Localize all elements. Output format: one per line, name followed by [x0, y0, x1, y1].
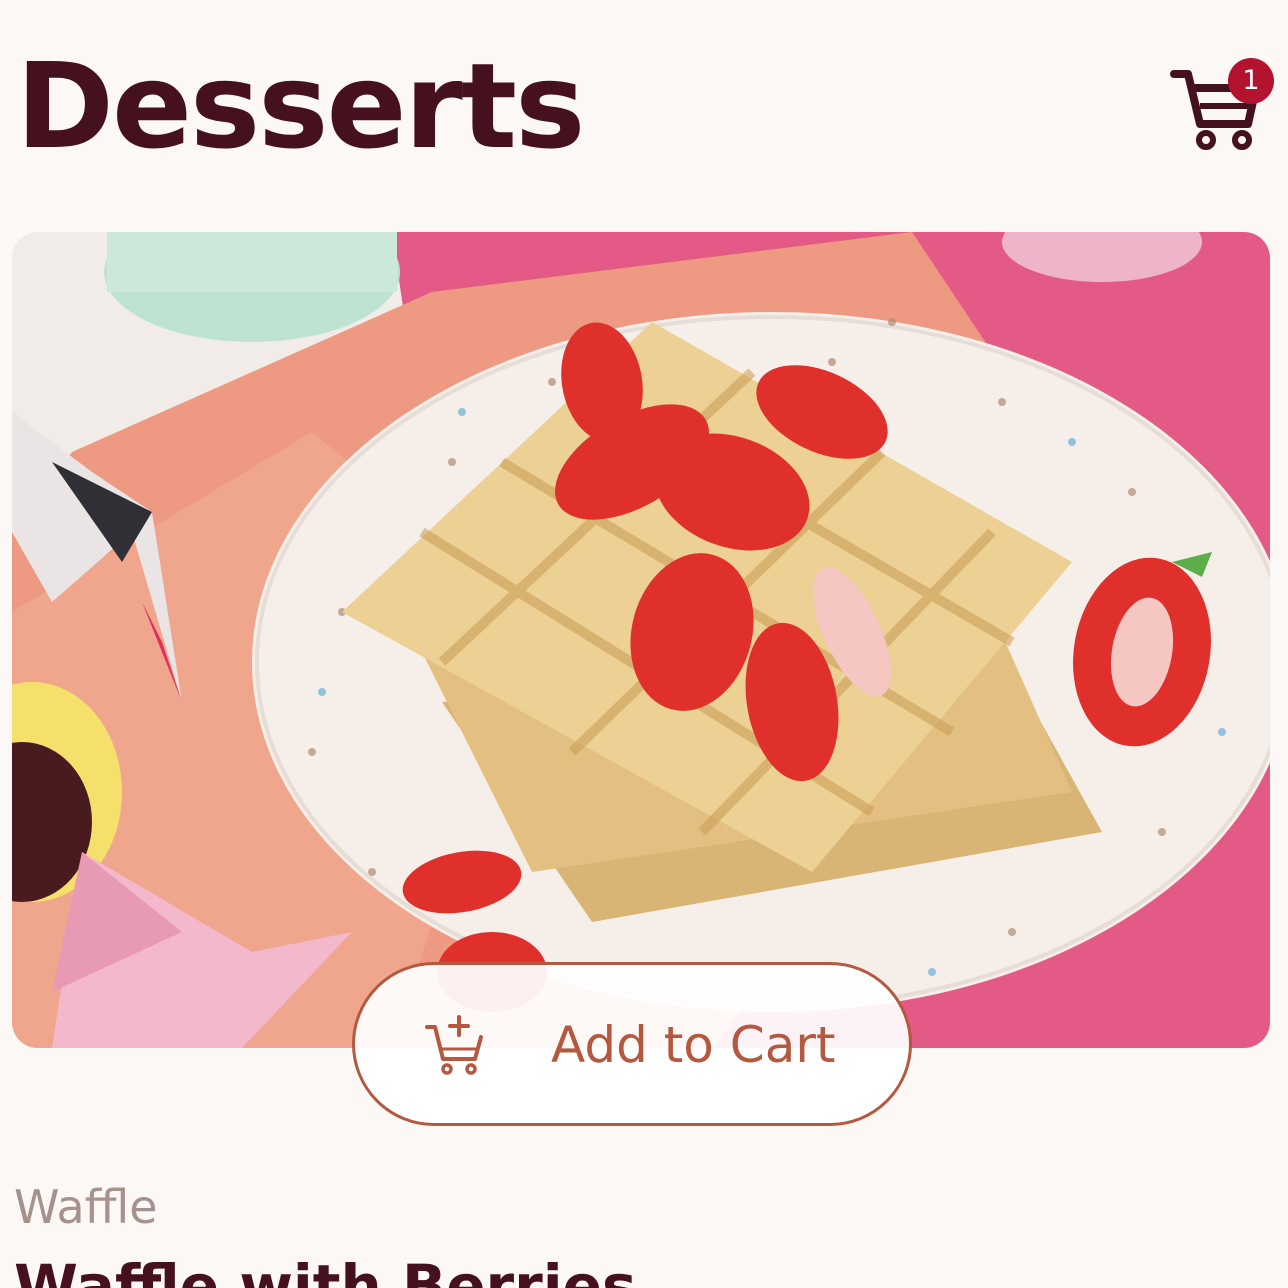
product-category: Waffle	[14, 1180, 158, 1234]
cart-add-icon	[425, 1015, 483, 1075]
product-name: Waffle with Berries	[14, 1252, 637, 1288]
product-image	[12, 232, 1270, 1048]
dessert-detail-page: Desserts 1 Add to Cart Waffle Waffle wit…	[0, 0, 1288, 1288]
add-to-cart-button[interactable]: Add to Cart	[352, 962, 912, 1126]
page-title: Desserts	[16, 37, 585, 175]
cart-button[interactable]: 1	[1170, 56, 1274, 156]
cart-count-badge: 1	[1228, 58, 1274, 104]
add-to-cart-label: Add to Cart	[551, 1016, 836, 1074]
